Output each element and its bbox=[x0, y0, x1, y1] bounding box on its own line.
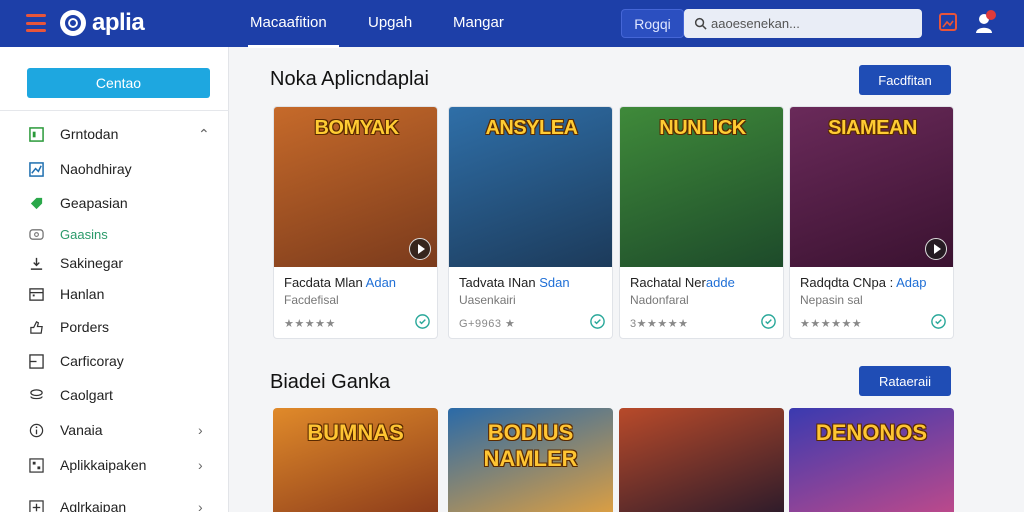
search-box bbox=[684, 9, 922, 38]
sidebar-item-label: Sakinegar bbox=[60, 255, 124, 271]
app-card-thumbnail[interactable] bbox=[619, 408, 784, 512]
category-icon bbox=[28, 353, 45, 370]
card-rating: ★★★★★★ bbox=[800, 318, 863, 330]
app-card[interactable]: SIAMEAN Radqdta CNpa : Adap Nepasin sal … bbox=[789, 106, 954, 339]
section-action-button[interactable]: Rataeraii bbox=[859, 366, 951, 396]
notification-user-icon[interactable] bbox=[974, 9, 998, 35]
card-subtitle: Nepasin sal bbox=[800, 293, 863, 307]
card-rating: ★★★★★ bbox=[284, 318, 336, 330]
chart-icon bbox=[28, 161, 45, 178]
app-card-thumbnail[interactable]: DENONOS bbox=[789, 408, 954, 512]
app-card[interactable]: ANSYLEA Tadvata INan Sdan Uasenkairi G+9… bbox=[448, 106, 613, 339]
grid-icon bbox=[28, 126, 45, 143]
card-subtitle: Facdefisal bbox=[284, 293, 339, 307]
card-rating: G+9963 ★ bbox=[459, 318, 516, 330]
tab-mangar[interactable]: Mangar bbox=[453, 14, 504, 31]
chevron-right-icon[interactable]: › bbox=[198, 499, 203, 512]
shield-icon[interactable] bbox=[589, 313, 606, 330]
sidebar-item-naohdhiray[interactable]: Naohdhiray bbox=[0, 155, 229, 183]
sidebar-item-gaasins[interactable]: Gaasins bbox=[0, 220, 229, 248]
create-button[interactable]: Centao bbox=[27, 68, 210, 98]
app-card-thumbnail[interactable]: BODIUS NAMLER bbox=[448, 408, 613, 512]
app-name[interactable]: aplia bbox=[92, 9, 145, 37]
sidebar-item-label: Vanaia bbox=[60, 422, 103, 438]
apps-icon bbox=[28, 457, 45, 474]
tab-upgah[interactable]: Upgah bbox=[368, 14, 412, 31]
app-card-thumbnail[interactable]: BUMNAS bbox=[273, 408, 438, 512]
calendar-icon bbox=[28, 286, 45, 303]
section-action-button[interactable]: Facdfitan bbox=[859, 65, 951, 95]
sidebar-item-label: Carficoray bbox=[60, 353, 124, 369]
sidebar-item-label: Naohdhiray bbox=[60, 161, 132, 177]
sidebar: Centao Grntodan ⌃ Naohdhiray Geapasian G… bbox=[0, 47, 229, 512]
image-icon[interactable] bbox=[938, 12, 958, 32]
chevron-right-icon[interactable]: › bbox=[198, 457, 203, 473]
section-title: Noka Aplicndaplai bbox=[270, 68, 429, 90]
play-icon[interactable] bbox=[409, 238, 431, 260]
sidebar-item-label: Gaasins bbox=[60, 226, 108, 242]
thumbnail-title: ANSYLEA bbox=[485, 117, 578, 139]
signin-button[interactable]: Rogqi bbox=[621, 9, 684, 38]
card-title[interactable]: Rachatal Neradde bbox=[630, 275, 735, 290]
card-subtitle: Nadonfaral bbox=[630, 293, 689, 307]
ticket-icon bbox=[28, 226, 45, 243]
sidebar-item-label: Porders bbox=[60, 319, 110, 335]
sidebar-item-sakinegar[interactable]: Sakinegar bbox=[0, 249, 229, 277]
card-thumbnail[interactable]: ANSYLEA bbox=[449, 107, 612, 267]
thumbnail-title: BODIUS NAMLER bbox=[483, 420, 578, 471]
play-icon[interactable] bbox=[925, 238, 947, 260]
sidebar-item-vanaia[interactable]: Vanaia › bbox=[0, 416, 229, 444]
sidebar-item-aglrkaipan[interactable]: Aglrkaipan › bbox=[0, 493, 229, 512]
thumbnail-title: DENONOS bbox=[815, 420, 928, 445]
sidebar-divider bbox=[0, 110, 229, 111]
app-card[interactable]: NUNLICK Rachatal Neradde Nadonfaral 3★★★… bbox=[619, 106, 784, 339]
sidebar-item-label: Grntodan bbox=[60, 126, 119, 142]
tab-macaafition[interactable]: Macaafition bbox=[248, 14, 339, 48]
thumbnail-title: NUNLICK bbox=[659, 117, 746, 139]
search-icon bbox=[694, 17, 707, 30]
download-icon bbox=[28, 255, 45, 272]
tag-icon bbox=[28, 195, 45, 212]
sidebar-item-label: Aplikkaipaken bbox=[60, 457, 147, 473]
sidebar-item-aplikkaipaken[interactable]: Aplikkaipaken › bbox=[0, 451, 229, 479]
sidebar-item-caolgart[interactable]: Caolgart bbox=[0, 381, 229, 409]
card-thumbnail[interactable]: NUNLICK bbox=[620, 107, 783, 267]
search-input[interactable] bbox=[711, 16, 911, 31]
chevron-right-icon[interactable]: › bbox=[198, 422, 203, 438]
shield-icon[interactable] bbox=[930, 313, 947, 330]
top-bar: aplia Macaafition Upgah Mangar Rogqi bbox=[0, 0, 1024, 48]
chevron-up-icon[interactable]: ⌃ bbox=[198, 126, 210, 143]
sidebar-item-label: Geapasian bbox=[60, 195, 128, 211]
sidebar-item-label: Aglrkaipan bbox=[60, 499, 127, 512]
menu-icon[interactable] bbox=[26, 14, 46, 32]
sidebar-item-label: Caolgart bbox=[60, 387, 113, 403]
info-icon bbox=[28, 422, 45, 439]
thumbnail-title: SIAMEAN bbox=[828, 117, 917, 139]
card-title[interactable]: Facdata Mlan Adan bbox=[284, 275, 396, 290]
sidebar-item-label: Hanlan bbox=[60, 286, 105, 302]
card-subtitle: Uasenkairi bbox=[459, 293, 516, 307]
card-rating: 3★★★★★ bbox=[630, 318, 689, 330]
sidebar-item-porders[interactable]: Porders bbox=[0, 313, 229, 341]
shield-icon[interactable] bbox=[760, 313, 777, 330]
sidebar-item-carficoray[interactable]: Carficoray bbox=[0, 347, 229, 375]
thumb-icon bbox=[28, 319, 45, 336]
card-title[interactable]: Tadvata INan Sdan bbox=[459, 275, 570, 290]
sidebar-item-grntodan[interactable]: Grntodan ⌃ bbox=[0, 120, 229, 148]
app-card[interactable]: BOMYAK Facdata Mlan Adan Facdefisal ★★★★… bbox=[273, 106, 438, 339]
sidebar-item-hanlan[interactable]: Hanlan bbox=[0, 280, 229, 308]
plus-icon bbox=[28, 499, 45, 512]
stack-icon bbox=[28, 387, 45, 404]
card-title[interactable]: Radqdta CNpa : Adap bbox=[800, 275, 927, 290]
app-logo-icon[interactable] bbox=[60, 10, 86, 36]
thumbnail-title: BOMYAK bbox=[314, 117, 399, 139]
section-title: Biadei Ganka bbox=[270, 371, 391, 393]
thumbnail-title: BUMNAS bbox=[307, 420, 404, 445]
shield-icon[interactable] bbox=[414, 313, 431, 330]
sidebar-item-geapasian[interactable]: Geapasian bbox=[0, 189, 229, 217]
